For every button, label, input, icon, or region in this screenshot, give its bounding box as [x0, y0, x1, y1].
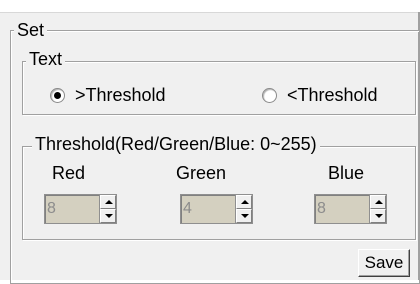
radio-above-threshold-label: >Threshold	[75, 85, 166, 105]
green-label: Green	[176, 163, 227, 183]
blue-spin-buttons[interactable]	[369, 194, 387, 224]
green-spin-buttons[interactable]	[235, 194, 253, 224]
text-group-legend: Text	[26, 49, 66, 69]
red-spin-buttons[interactable]	[99, 194, 117, 224]
radio-below-threshold[interactable]: <Threshold	[262, 85, 378, 106]
blue-label: Blue	[328, 163, 365, 183]
radio-above-threshold[interactable]: >Threshold	[50, 85, 166, 106]
blue-down-arrow-icon[interactable]	[370, 209, 386, 223]
radio-circle-unchecked[interactable]	[262, 88, 277, 103]
window-top-edge	[0, 0, 420, 13]
blue-up-arrow-icon[interactable]	[370, 195, 386, 209]
red-up-arrow-icon[interactable]	[100, 195, 116, 209]
blue-spinner[interactable]	[314, 194, 387, 224]
save-button[interactable]: Save	[358, 249, 410, 277]
red-down-arrow-icon[interactable]	[100, 209, 116, 223]
green-down-arrow-icon[interactable]	[236, 209, 252, 223]
threshold-group-legend: Threshold(Red/Green/Blue: 0~255)	[32, 134, 320, 154]
radio-below-threshold-label: <Threshold	[287, 85, 378, 105]
radio-circle-checked[interactable]	[50, 88, 65, 103]
green-value-input[interactable]	[180, 194, 235, 224]
threshold-group	[22, 146, 416, 240]
red-spinner[interactable]	[44, 194, 117, 224]
blue-value-input[interactable]	[314, 194, 369, 224]
set-group-legend: Set	[14, 20, 48, 40]
red-label: Red	[52, 163, 86, 183]
green-up-arrow-icon[interactable]	[236, 195, 252, 209]
red-value-input[interactable]	[44, 194, 99, 224]
settings-window: Set Text >Threshold <Threshold Threshold…	[0, 0, 420, 284]
green-spinner[interactable]	[180, 194, 253, 224]
